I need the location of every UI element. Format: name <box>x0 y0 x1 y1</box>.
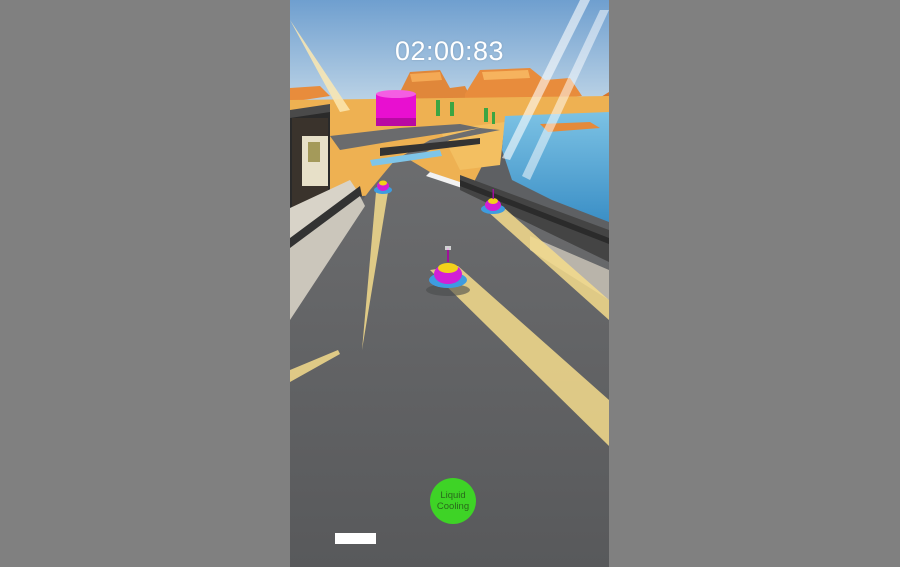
game-viewport[interactable]: 02:00:83 Liquid Cooling <box>290 0 609 567</box>
letterbox-right <box>609 0 900 567</box>
boost-meter-fill <box>335 533 376 544</box>
race-timer: 02:00:83 <box>394 36 505 66</box>
letterbox-left <box>0 0 290 567</box>
ability-label: Liquid Cooling <box>436 490 470 512</box>
water-tower-icon <box>376 90 416 126</box>
liquid-cooling-button[interactable]: Liquid Cooling <box>430 478 476 524</box>
boost-meter <box>335 533 376 544</box>
